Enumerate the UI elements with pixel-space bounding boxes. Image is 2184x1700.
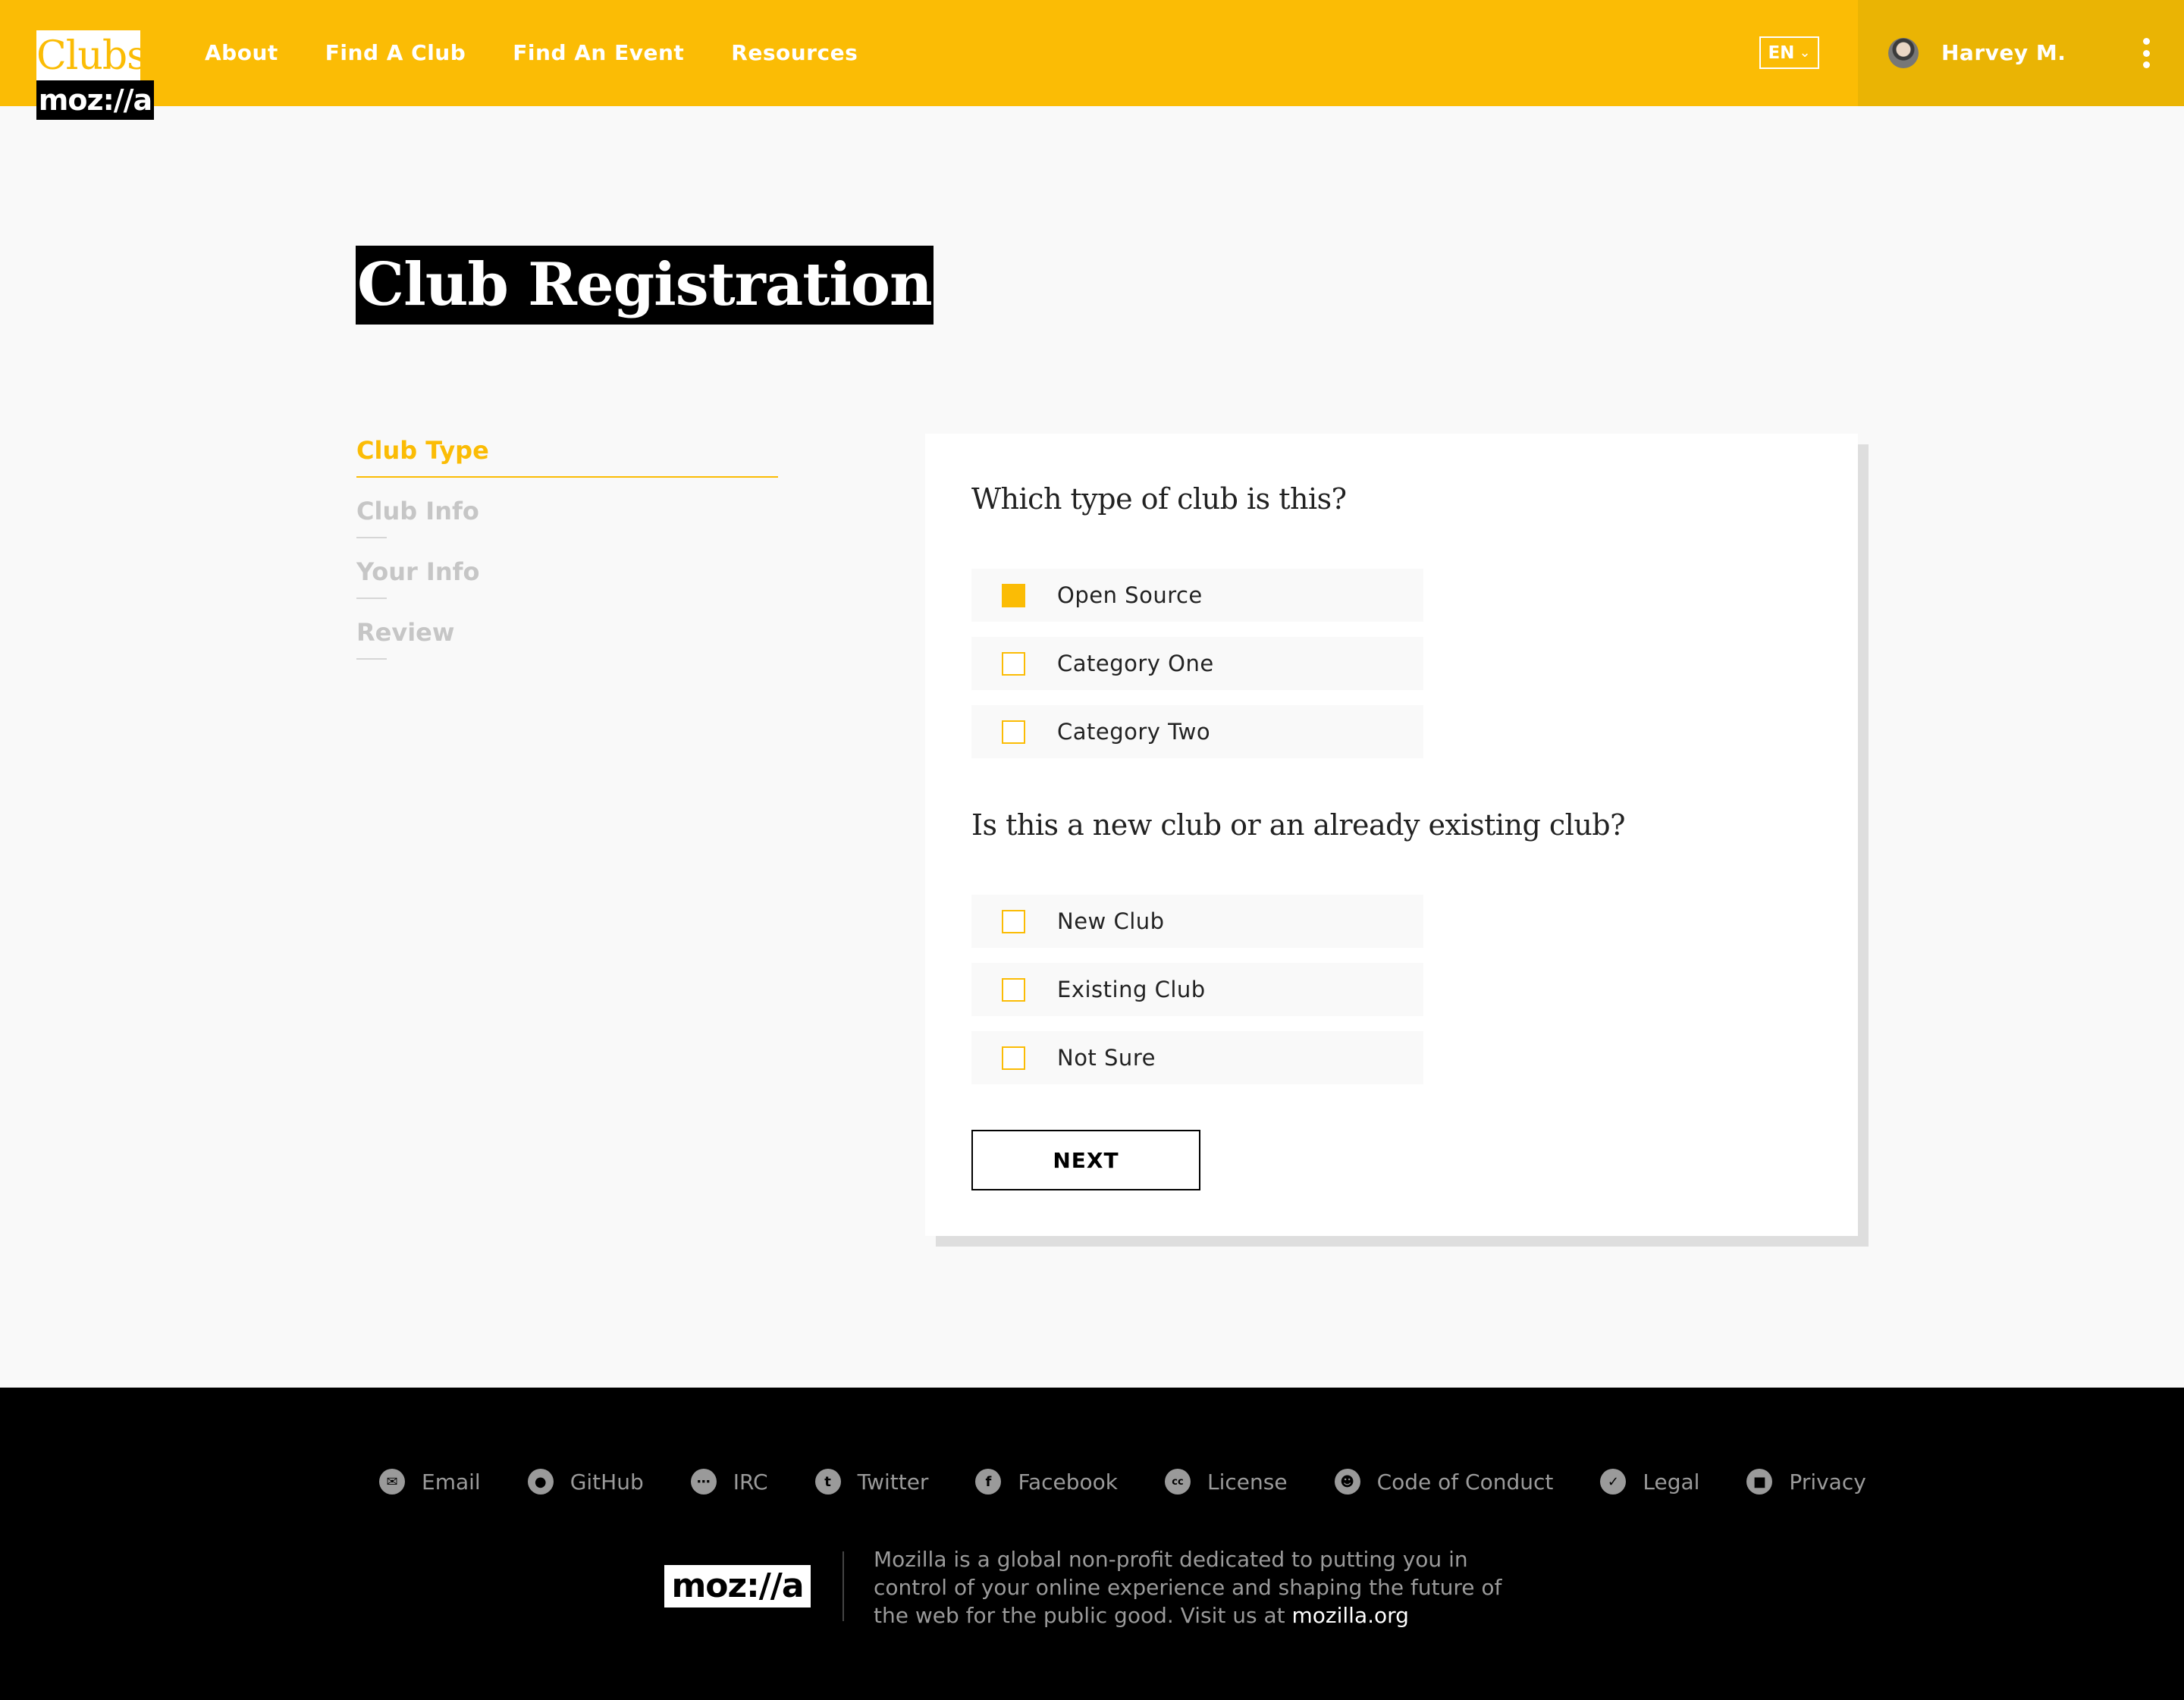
footer-link-label: Legal: [1643, 1469, 1700, 1495]
step-underline: [356, 598, 387, 599]
next-button[interactable]: NEXT: [971, 1130, 1200, 1190]
mozilla-org-link[interactable]: mozilla.org: [1292, 1603, 1409, 1628]
user-name[interactable]: Harvey M.: [1941, 36, 2066, 70]
footer-link-label: IRC: [733, 1469, 768, 1495]
nav-about[interactable]: About: [205, 36, 278, 70]
logo-clubs-text: Clubs: [36, 30, 147, 80]
footer-description: Mozilla is a global non-profit dedicated…: [874, 1545, 1518, 1629]
footer-link-code-of-conduct[interactable]: ☻ Code of Conduct: [1334, 1460, 1554, 1503]
footer-link-privacy[interactable]: ■ Privacy: [1746, 1460, 1866, 1503]
chevron-down-icon: ⌄: [1799, 45, 1811, 61]
club-type-question: Which type of club is this?: [971, 482, 1347, 516]
footer-link-legal[interactable]: ✓ Legal: [1600, 1460, 1699, 1503]
email-icon: ✉: [379, 1469, 405, 1495]
footer-link-github[interactable]: ● GitHub: [527, 1460, 644, 1503]
option-category-one[interactable]: Category One: [971, 637, 1423, 690]
step-label: Your Info: [356, 557, 480, 586]
step-label: Review: [356, 618, 455, 647]
footer-link-email[interactable]: ✉ Email: [379, 1460, 481, 1503]
step-review[interactable]: Review: [356, 611, 778, 672]
registration-form-card: Which type of club is this? Open Source …: [925, 434, 1858, 1236]
nav-resources[interactable]: Resources: [731, 36, 858, 70]
facebook-icon: f: [975, 1469, 1002, 1495]
step-label: Club Info: [356, 497, 479, 525]
step-club-type[interactable]: Club Type: [356, 429, 778, 490]
option-not-sure[interactable]: Not Sure: [971, 1031, 1423, 1084]
checkbox[interactable]: [1002, 720, 1025, 744]
logo-mozilla-text: moz://a: [36, 80, 154, 120]
option-label: Category One: [1057, 651, 1214, 676]
site-header: Clubs moz://a About Find A Club Find An …: [0, 0, 2184, 120]
avatar[interactable]: [1888, 38, 1919, 68]
language-value: EN: [1768, 42, 1795, 63]
step-underline: [356, 537, 387, 538]
option-label: Category Two: [1057, 719, 1211, 745]
option-existing-club[interactable]: Existing Club: [971, 963, 1423, 1016]
user-menu: Harvey M.: [1858, 0, 2184, 106]
checkbox[interactable]: [1002, 977, 1025, 1002]
step-underline: [356, 476, 778, 478]
option-new-club[interactable]: New Club: [971, 895, 1423, 948]
footer-divider: [843, 1551, 844, 1621]
checkbox[interactable]: [1002, 651, 1025, 676]
footer-links: ✉ Email ● GitHub ⋯ IRC t Twitter f Faceb…: [379, 1460, 1866, 1503]
nav-find-a-club[interactable]: Find A Club: [325, 36, 466, 70]
footer-link-label: GitHub: [570, 1469, 644, 1495]
footer-link-irc[interactable]: ⋯ IRC: [690, 1460, 768, 1503]
site-footer: ✉ Email ● GitHub ⋯ IRC t Twitter f Faceb…: [0, 1388, 2184, 1700]
checkbox[interactable]: [1002, 1046, 1025, 1070]
checkbox[interactable]: [1002, 583, 1025, 607]
clubs-logo[interactable]: Clubs moz://a: [36, 30, 154, 120]
step-underline: [356, 658, 387, 660]
footer-link-label: Privacy: [1789, 1469, 1866, 1495]
option-label: Existing Club: [1057, 977, 1206, 1002]
footer-link-facebook[interactable]: f Facebook: [975, 1460, 1118, 1503]
page-title: Club Registration: [356, 246, 934, 325]
lock-icon: ■: [1746, 1469, 1773, 1495]
more-options-icon[interactable]: [2138, 38, 2154, 68]
footer-link-label: License: [1207, 1469, 1288, 1495]
footer-mozilla-logo[interactable]: moz://a: [664, 1565, 811, 1607]
registration-steps: Club Type Club Info Your Info Review: [356, 429, 778, 672]
option-category-two[interactable]: Category Two: [971, 705, 1423, 758]
step-label: Club Type: [356, 436, 489, 465]
footer-link-twitter[interactable]: t Twitter: [814, 1460, 929, 1503]
creative-commons-icon: cc: [1165, 1469, 1191, 1495]
footer-link-label: Email: [422, 1469, 481, 1495]
option-label: New Club: [1057, 908, 1165, 934]
language-select[interactable]: EN ⌄: [1759, 36, 1819, 69]
step-your-info[interactable]: Your Info: [356, 550, 778, 611]
footer-link-label: Code of Conduct: [1376, 1469, 1554, 1495]
github-icon: ●: [527, 1469, 554, 1495]
club-status-question: Is this a new club or an already existin…: [971, 808, 1626, 842]
nav-find-an-event[interactable]: Find An Event: [513, 36, 684, 70]
footer-link-label: Twitter: [857, 1469, 929, 1495]
checkbox[interactable]: [1002, 909, 1025, 933]
main-nav: About Find A Club Find An Event Resource…: [205, 36, 858, 70]
smiley-icon: ☻: [1334, 1469, 1360, 1495]
option-label: Not Sure: [1057, 1045, 1156, 1071]
option-open-source[interactable]: Open Source: [971, 569, 1423, 622]
step-club-info[interactable]: Club Info: [356, 490, 778, 550]
option-label: Open Source: [1057, 582, 1203, 608]
footer-link-license[interactable]: cc License: [1165, 1460, 1288, 1503]
chat-bubble-icon: ⋯: [690, 1469, 717, 1495]
checkmark-icon: ✓: [1600, 1469, 1627, 1495]
footer-link-label: Facebook: [1018, 1469, 1119, 1495]
twitter-icon: t: [814, 1469, 841, 1495]
